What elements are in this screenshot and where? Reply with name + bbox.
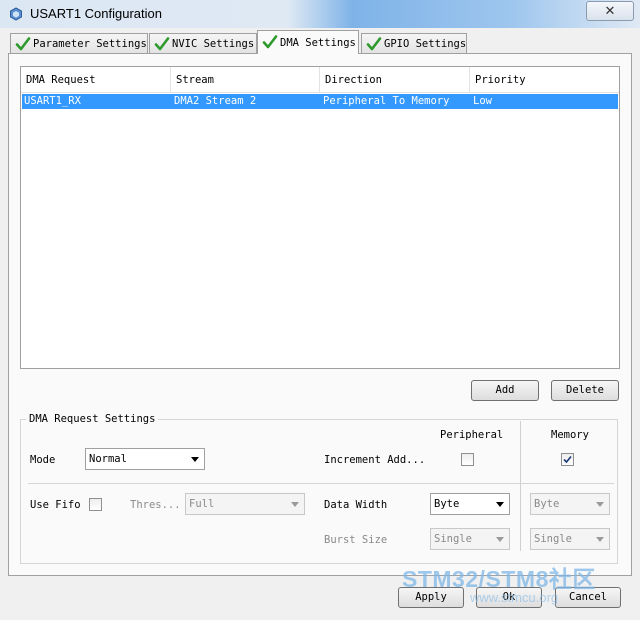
check-icon: [262, 35, 278, 49]
column-divider: [520, 421, 521, 551]
tab-label: DMA Settings: [280, 37, 356, 49]
check-icon: [366, 37, 382, 51]
check-icon: [15, 37, 31, 51]
increment-address-label: Increment Add...: [324, 454, 426, 466]
app-icon: [10, 7, 22, 21]
threshold-label: Thres...: [130, 499, 181, 511]
dropdown-arrow-icon: [496, 537, 504, 542]
table-row[interactable]: USART1_RX DMA2 Stream 2 Peripheral To Me…: [22, 94, 618, 109]
check-icon: [154, 37, 170, 51]
watermark-logo: STM32/STM8社区: [402, 566, 596, 592]
delete-button[interactable]: Delete: [551, 380, 619, 401]
dma-request-settings-group: [20, 419, 618, 564]
peripheral-burst-size-select[interactable]: Single: [430, 528, 510, 550]
title-bar: USART1 Configuration ✕: [0, 0, 640, 28]
peripheral-data-width-value: Byte: [434, 498, 460, 510]
dropdown-arrow-icon: [596, 537, 604, 542]
tab-parameter-settings[interactable]: Parameter Settings: [10, 33, 148, 53]
checkbox-check-icon: [563, 455, 572, 464]
tab-dma-settings[interactable]: DMA Settings: [257, 30, 359, 54]
dma-request-table[interactable]: DMA Request Stream Direction Priority US…: [20, 66, 620, 369]
column-header-direction[interactable]: Direction: [320, 67, 470, 92]
memory-data-width-select[interactable]: Byte: [530, 493, 610, 515]
peripheral-data-width-select[interactable]: Byte: [430, 493, 510, 515]
burst-size-label: Burst Size: [324, 534, 388, 546]
tab-label: Parameter Settings: [33, 38, 147, 50]
mode-value: Normal: [89, 453, 127, 465]
mode-select[interactable]: Normal: [85, 448, 205, 470]
tab-nvic-settings[interactable]: NVIC Settings: [149, 33, 257, 53]
table-header: DMA Request Stream Direction Priority: [21, 67, 619, 93]
cell-dma-request: USART1_RX: [24, 95, 81, 107]
dropdown-arrow-icon: [496, 502, 504, 507]
cell-priority: Low: [473, 95, 492, 107]
close-icon: ✕: [604, 3, 616, 18]
use-fifo-label: Use Fifo: [30, 499, 81, 511]
data-width-label: Data Width: [324, 499, 388, 511]
watermark-url: www.stmcu.org: [470, 590, 559, 605]
tab-label: GPIO Settings: [384, 38, 467, 50]
group-title: DMA Request Settings: [26, 413, 159, 425]
mode-label: Mode: [30, 454, 56, 466]
threshold-value: Full: [189, 498, 215, 510]
memory-data-width-value: Byte: [534, 498, 560, 510]
tab-gpio-settings[interactable]: GPIO Settings: [361, 33, 467, 53]
dropdown-arrow-icon: [291, 502, 299, 507]
peripheral-column-header: Peripheral: [440, 429, 504, 441]
column-header-dma-request[interactable]: DMA Request: [21, 67, 171, 92]
cell-direction: Peripheral To Memory: [323, 95, 450, 107]
add-button[interactable]: Add: [471, 380, 539, 401]
increment-peripheral-checkbox[interactable]: [461, 453, 474, 466]
column-header-priority[interactable]: Priority: [470, 67, 619, 92]
memory-column-header: Memory: [551, 429, 589, 441]
row-divider: [28, 483, 614, 484]
close-button[interactable]: ✕: [586, 1, 634, 21]
dropdown-arrow-icon: [191, 457, 199, 462]
column-header-stream[interactable]: Stream: [171, 67, 320, 92]
cell-stream: DMA2 Stream 2: [174, 95, 257, 107]
increment-memory-checkbox[interactable]: [561, 453, 574, 466]
tab-label: NVIC Settings: [172, 38, 255, 50]
peripheral-burst-size-value: Single: [434, 533, 472, 545]
memory-burst-size-select[interactable]: Single: [530, 528, 610, 550]
threshold-select[interactable]: Full: [185, 493, 305, 515]
memory-burst-size-value: Single: [534, 533, 572, 545]
use-fifo-checkbox[interactable]: [89, 498, 102, 511]
dropdown-arrow-icon: [596, 502, 604, 507]
window-title: USART1 Configuration: [30, 6, 162, 21]
